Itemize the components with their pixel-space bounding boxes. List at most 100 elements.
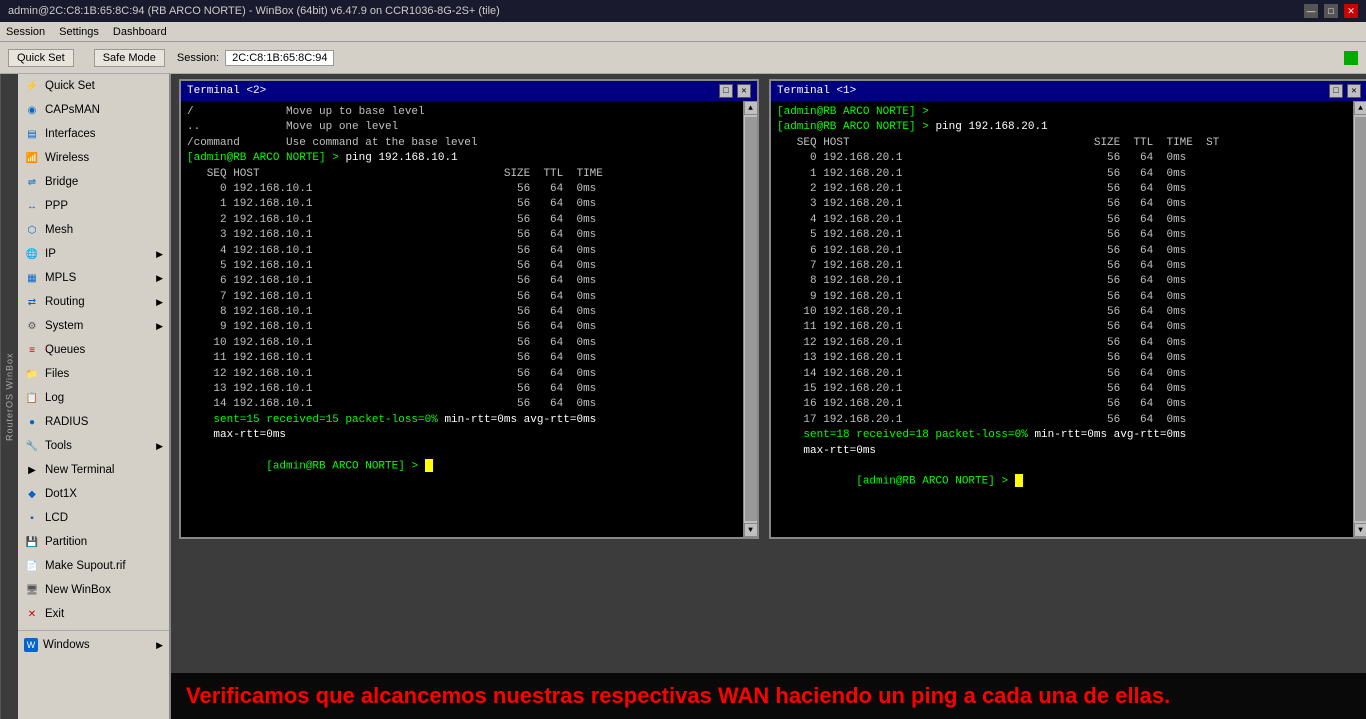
t1-scroll-thumb[interactable] bbox=[1355, 117, 1366, 521]
windows-icon: W bbox=[24, 638, 38, 652]
sidebar-item-capsman[interactable]: ◉ CAPsMAN bbox=[18, 98, 169, 122]
t2-row-14: 14 192.168.10.1 56 64 0ms bbox=[187, 397, 753, 412]
sidebar-label-system: System bbox=[45, 320, 83, 332]
sidebar-item-radius[interactable]: ● RADIUS bbox=[18, 410, 169, 434]
titlebar: admin@2C:C8:1B:65:8C:94 (RB ARCO NORTE) … bbox=[0, 0, 1366, 22]
sidebar-item-exit[interactable]: ✕ Exit bbox=[18, 602, 169, 626]
sidebar-label-lcd: LCD bbox=[45, 512, 68, 524]
t1-row-6: 6 192.168.20.1 56 64 0ms bbox=[777, 244, 1363, 259]
t2-row-2: 2 192.168.10.1 56 64 0ms bbox=[187, 213, 753, 228]
t2-help-line3: /command Use command at the base level bbox=[187, 136, 753, 151]
t2-row-5: 5 192.168.10.1 56 64 0ms bbox=[187, 259, 753, 274]
t2-summary2: max-rtt=0ms bbox=[187, 428, 753, 443]
terminal-2-maximize[interactable]: □ bbox=[719, 84, 733, 98]
t1-row-10: 10 192.168.20.1 56 64 0ms bbox=[777, 305, 1363, 320]
sidebar-item-routing[interactable]: ⇄ Routing ▶ bbox=[18, 290, 169, 314]
terminal-2-controls: □ ✕ bbox=[719, 84, 751, 98]
t2-scroll-thumb[interactable] bbox=[745, 117, 757, 521]
t2-row-12: 12 192.168.10.1 56 64 0ms bbox=[187, 367, 753, 382]
sidebar-item-system[interactable]: ⚙ System ▶ bbox=[18, 314, 169, 338]
quick-set-button[interactable]: Quick Set bbox=[8, 49, 74, 67]
t1-row-3: 3 192.168.20.1 56 64 0ms bbox=[777, 197, 1363, 212]
terminal-1-title: Terminal <1> bbox=[777, 85, 856, 97]
quickset-icon: ⚡ bbox=[24, 78, 40, 94]
sidebar-item-quickset[interactable]: ⚡ Quick Set bbox=[18, 74, 169, 98]
sidebar-item-windows[interactable]: W Windows ▶ bbox=[18, 633, 169, 657]
ip-arrow: ▶ bbox=[156, 249, 163, 260]
t1-row-2: 2 192.168.20.1 56 64 0ms bbox=[777, 182, 1363, 197]
t1-summary2: max-rtt=0ms bbox=[777, 444, 1363, 459]
t2-row-4: 4 192.168.10.1 56 64 0ms bbox=[187, 244, 753, 259]
t2-row-8: 8 192.168.10.1 56 64 0ms bbox=[187, 305, 753, 320]
t1-row-13: 13 192.168.20.1 56 64 0ms bbox=[777, 351, 1363, 366]
sidebar-item-log[interactable]: 📋 Log bbox=[18, 386, 169, 410]
sidebar-label-interfaces: Interfaces bbox=[45, 128, 96, 140]
sidebar-label-make-supout: Make Supout.rif bbox=[45, 560, 126, 572]
sidebar-item-bridge[interactable]: ⇌ Bridge bbox=[18, 170, 169, 194]
sidebar-item-dot1x[interactable]: ◆ Dot1X bbox=[18, 482, 169, 506]
t2-row-6: 6 192.168.10.1 56 64 0ms bbox=[187, 274, 753, 289]
t2-help-line1: / Move up to base level bbox=[187, 105, 753, 120]
sidebar-item-make-supout[interactable]: 📄 Make Supout.rif bbox=[18, 554, 169, 578]
lcd-icon: ▪ bbox=[24, 510, 40, 526]
sidebar-item-wireless[interactable]: 📶 Wireless bbox=[18, 146, 169, 170]
menu-session[interactable]: Session bbox=[6, 26, 45, 38]
safe-mode-button[interactable]: Safe Mode bbox=[94, 49, 165, 67]
sidebar-label-capsman: CAPsMAN bbox=[45, 104, 100, 116]
sidebar-item-new-terminal[interactable]: ▶ New Terminal bbox=[18, 458, 169, 482]
t2-scroll-down[interactable]: ▼ bbox=[744, 523, 758, 537]
t2-help-line2: .. Move up one level bbox=[187, 120, 753, 135]
t1-row-4: 4 192.168.20.1 56 64 0ms bbox=[777, 213, 1363, 228]
sidebar-label-log: Log bbox=[45, 392, 64, 404]
terminal-1-controls: □ ✕ bbox=[1329, 84, 1361, 98]
t2-scroll-up[interactable]: ▲ bbox=[744, 101, 758, 115]
t2-prompt-after: [admin@RB ARCO NORTE] > bbox=[187, 444, 753, 491]
t1-row-14: 14 192.168.20.1 56 64 0ms bbox=[777, 367, 1363, 382]
t2-row-13: 13 192.168.10.1 56 64 0ms bbox=[187, 382, 753, 397]
t1-row-12: 12 192.168.20.1 56 64 0ms bbox=[777, 336, 1363, 351]
partition-icon: 💾 bbox=[24, 534, 40, 550]
t1-row-17: 17 192.168.20.1 56 64 0ms bbox=[777, 413, 1363, 428]
menu-settings[interactable]: Settings bbox=[59, 26, 99, 38]
sidebar-item-lcd[interactable]: ▪ LCD bbox=[18, 506, 169, 530]
t2-row-10: 10 192.168.10.1 56 64 0ms bbox=[187, 336, 753, 351]
ip-icon: 🌐 bbox=[24, 246, 40, 262]
session-label: Session: bbox=[177, 52, 219, 64]
sidebar-label-wireless: Wireless bbox=[45, 152, 89, 164]
routeros-winbox-label: RouterOS WinBox bbox=[0, 74, 18, 719]
t1-row-8: 8 192.168.20.1 56 64 0ms bbox=[777, 274, 1363, 289]
terminal-2-title: Terminal <2> bbox=[187, 85, 266, 97]
maximize-button[interactable]: □ bbox=[1324, 4, 1338, 18]
sidebar-label-radius: RADIUS bbox=[45, 416, 88, 428]
sidebar-item-tools[interactable]: 🔧 Tools ▶ bbox=[18, 434, 169, 458]
t2-row-9: 9 192.168.10.1 56 64 0ms bbox=[187, 320, 753, 335]
sidebar-label-tools: Tools bbox=[45, 440, 72, 452]
sidebar-item-new-winbox[interactable]: 🖥 New WinBox bbox=[18, 578, 169, 602]
overlay-text: Verificamos que alcancemos nuestras resp… bbox=[171, 673, 1366, 719]
sidebar-item-files[interactable]: 📁 Files bbox=[18, 362, 169, 386]
t1-scroll-down[interactable]: ▼ bbox=[1354, 523, 1366, 537]
sidebar-item-mesh[interactable]: ⬡ Mesh bbox=[18, 218, 169, 242]
terminal-1-maximize[interactable]: □ bbox=[1329, 84, 1343, 98]
sidebar-item-ip[interactable]: 🌐 IP ▶ bbox=[18, 242, 169, 266]
terminal-2-scrollbar[interactable]: ▲ ▼ bbox=[743, 101, 757, 537]
terminal-1-scrollbar[interactable]: ▲ ▼ bbox=[1353, 101, 1366, 537]
t1-scroll-up[interactable]: ▲ bbox=[1354, 101, 1366, 115]
sidebar-item-mpls[interactable]: ▦ MPLS ▶ bbox=[18, 266, 169, 290]
files-icon: 📁 bbox=[24, 366, 40, 382]
sidebar-item-partition[interactable]: 💾 Partition bbox=[18, 530, 169, 554]
terminal-1-close[interactable]: ✕ bbox=[1347, 84, 1361, 98]
sidebar-item-queues[interactable]: ≡ Queues bbox=[18, 338, 169, 362]
sidebar-item-ppp[interactable]: ↔ PPP bbox=[18, 194, 169, 218]
sidebar-item-interfaces[interactable]: ▤ Interfaces bbox=[18, 122, 169, 146]
minimize-button[interactable]: — bbox=[1304, 4, 1318, 18]
sidebar-label-mesh: Mesh bbox=[45, 224, 73, 236]
t1-row-5: 5 192.168.20.1 56 64 0ms bbox=[777, 228, 1363, 243]
t1-summary1: sent=18 received=18 packet-loss=0% min-r… bbox=[777, 428, 1363, 443]
menu-dashboard[interactable]: Dashboard bbox=[113, 26, 167, 38]
terminal-2-close[interactable]: ✕ bbox=[737, 84, 751, 98]
sidebar-label-partition: Partition bbox=[45, 536, 87, 548]
sidebar: ⚡ Quick Set ◉ CAPsMAN ▤ Interfaces 📶 Wir… bbox=[18, 74, 171, 719]
overlay-message: Verificamos que alcancemos nuestras resp… bbox=[186, 683, 1170, 708]
close-button[interactable]: ✕ bbox=[1344, 4, 1358, 18]
